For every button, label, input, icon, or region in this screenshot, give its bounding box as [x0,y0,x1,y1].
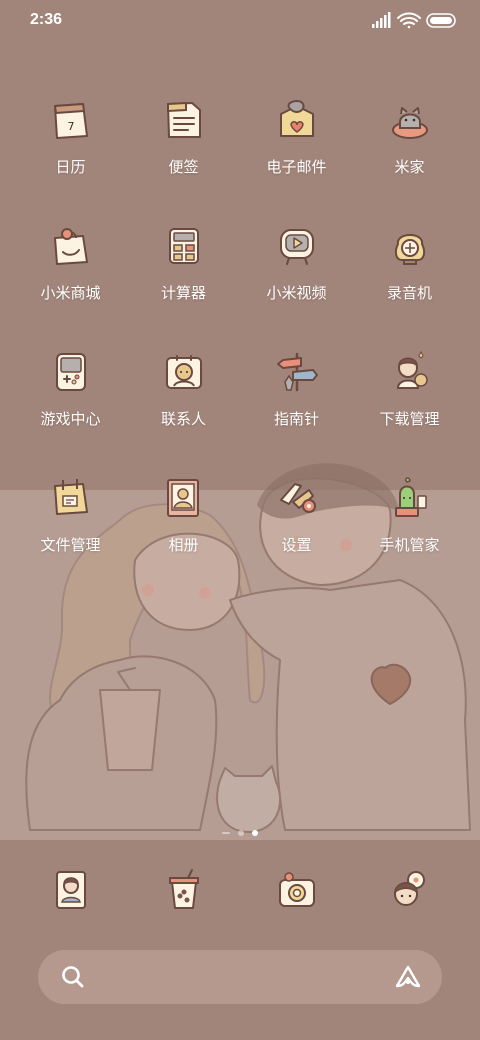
app-notes[interactable]: 便签 [127,92,240,218]
gallery-icon [156,470,212,526]
signal-icon [372,12,391,28]
camera-icon [269,862,325,918]
security-icon [382,470,438,526]
app-label: 下载管理 [379,410,440,428]
app-contacts[interactable]: 联系人 [127,344,240,470]
assistant-icon[interactable] [394,964,422,990]
app-label: 录音机 [386,284,432,302]
app-label: 游戏中心 [40,410,101,428]
page-indicator[interactable] [0,830,480,836]
app-label: 联系人 [160,410,206,428]
app-label: 相册 [168,536,199,554]
app-game-center[interactable]: 游戏中心 [14,344,127,470]
calendar-icon: 7 [43,92,99,148]
search-bar[interactable] [38,950,442,1004]
app-compass[interactable]: 指南针 [240,344,353,470]
dock-app-browser[interactable] [353,862,466,918]
app-downloads[interactable]: 下载管理 [353,344,466,470]
settings-icon [269,470,325,526]
battery-icon [426,13,456,28]
contacts-icon [156,344,212,400]
app-settings[interactable]: 设置 [240,470,353,596]
phone-icon [43,862,99,918]
app-gallery[interactable]: 相册 [127,470,240,596]
app-mijia[interactable]: 米家 [353,92,466,218]
app-grid: 7 日历 便签 电子邮件 米家 小米商城 计算器 小米视频 录音机 游戏中心 联… [14,92,466,596]
app-mi-video[interactable]: 小米视频 [240,218,353,344]
file-manager-icon [43,470,99,526]
app-label: 小米商城 [40,284,101,302]
mi-store-icon [43,218,99,274]
downloads-icon [382,344,438,400]
dock-app-camera[interactable] [240,862,353,918]
dock-app-messages[interactable] [127,862,240,918]
app-security[interactable]: 手机管家 [353,470,466,596]
app-label: 日历 [55,158,86,176]
page-dot-search[interactable] [222,832,230,834]
app-label: 米家 [394,158,425,176]
messages-icon [156,862,212,918]
app-label: 设置 [281,536,312,554]
dock [14,862,466,918]
app-label: 计算器 [160,284,206,302]
dock-app-phone[interactable] [14,862,127,918]
status-bar: 2:36 [0,0,480,44]
email-icon [269,92,325,148]
app-label: 小米视频 [266,284,327,302]
calendar-date-badge: 7 [67,120,74,133]
compass-icon [269,344,325,400]
mijia-icon [382,92,438,148]
recorder-icon [382,218,438,274]
page-dot[interactable] [238,830,244,836]
app-mi-store[interactable]: 小米商城 [14,218,127,344]
app-label: 指南针 [273,410,319,428]
mi-video-icon [269,218,325,274]
app-email[interactable]: 电子邮件 [240,92,353,218]
app-label: 便签 [168,158,199,176]
app-calendar[interactable]: 7 日历 [14,92,127,218]
search-icon[interactable] [60,964,86,990]
app-calculator[interactable]: 计算器 [127,218,240,344]
app-label: 手机管家 [379,536,440,554]
page-dot-active[interactable] [252,830,258,836]
app-label: 文件管理 [40,536,101,554]
status-icons [372,12,456,29]
app-recorder[interactable]: 录音机 [353,218,466,344]
app-label: 电子邮件 [266,158,327,176]
wifi-icon [397,12,421,29]
status-time: 2:36 [30,11,63,28]
browser-icon [382,862,438,918]
notes-icon [156,92,212,148]
game-center-icon [43,344,99,400]
calculator-icon [156,218,212,274]
app-file-manager[interactable]: 文件管理 [14,470,127,596]
